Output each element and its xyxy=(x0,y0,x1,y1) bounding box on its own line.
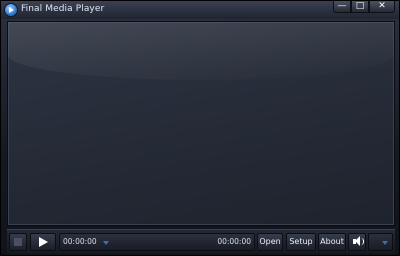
speaker-cone xyxy=(355,236,360,246)
about-button[interactable]: About xyxy=(318,233,346,251)
play-disc-icon xyxy=(5,4,17,16)
close-button[interactable]: ✕ xyxy=(369,1,395,13)
media-player-window: Final Media Player — □ ✕ 00:00:00 00:00:… xyxy=(0,0,400,256)
stop-button[interactable] xyxy=(9,233,27,251)
title-bar[interactable]: Final Media Player — □ ✕ xyxy=(1,1,399,19)
total-time: 00:00:00 xyxy=(217,237,251,246)
maximize-button[interactable]: □ xyxy=(351,1,369,13)
seek-handle[interactable] xyxy=(103,241,109,245)
play-button[interactable] xyxy=(30,233,56,251)
minimize-button[interactable]: — xyxy=(333,1,351,13)
speaker-wave xyxy=(361,238,364,245)
window-title: Final Media Player xyxy=(21,4,105,14)
volume-handle[interactable] xyxy=(382,241,388,245)
window-controls: — □ ✕ xyxy=(333,1,395,13)
mute-button[interactable] xyxy=(348,233,366,251)
seek-bar[interactable]: 00:00:00 00:00:00 xyxy=(59,233,255,251)
volume-slider[interactable] xyxy=(368,233,393,251)
video-display-area[interactable] xyxy=(7,21,395,226)
open-button[interactable]: Open xyxy=(257,233,283,251)
play-icon xyxy=(39,237,48,247)
stop-icon xyxy=(14,238,22,246)
setup-button[interactable]: Setup xyxy=(286,233,316,251)
control-bar: 00:00:00 00:00:00 Open Setup About xyxy=(7,229,395,254)
current-time: 00:00:00 xyxy=(63,237,97,246)
